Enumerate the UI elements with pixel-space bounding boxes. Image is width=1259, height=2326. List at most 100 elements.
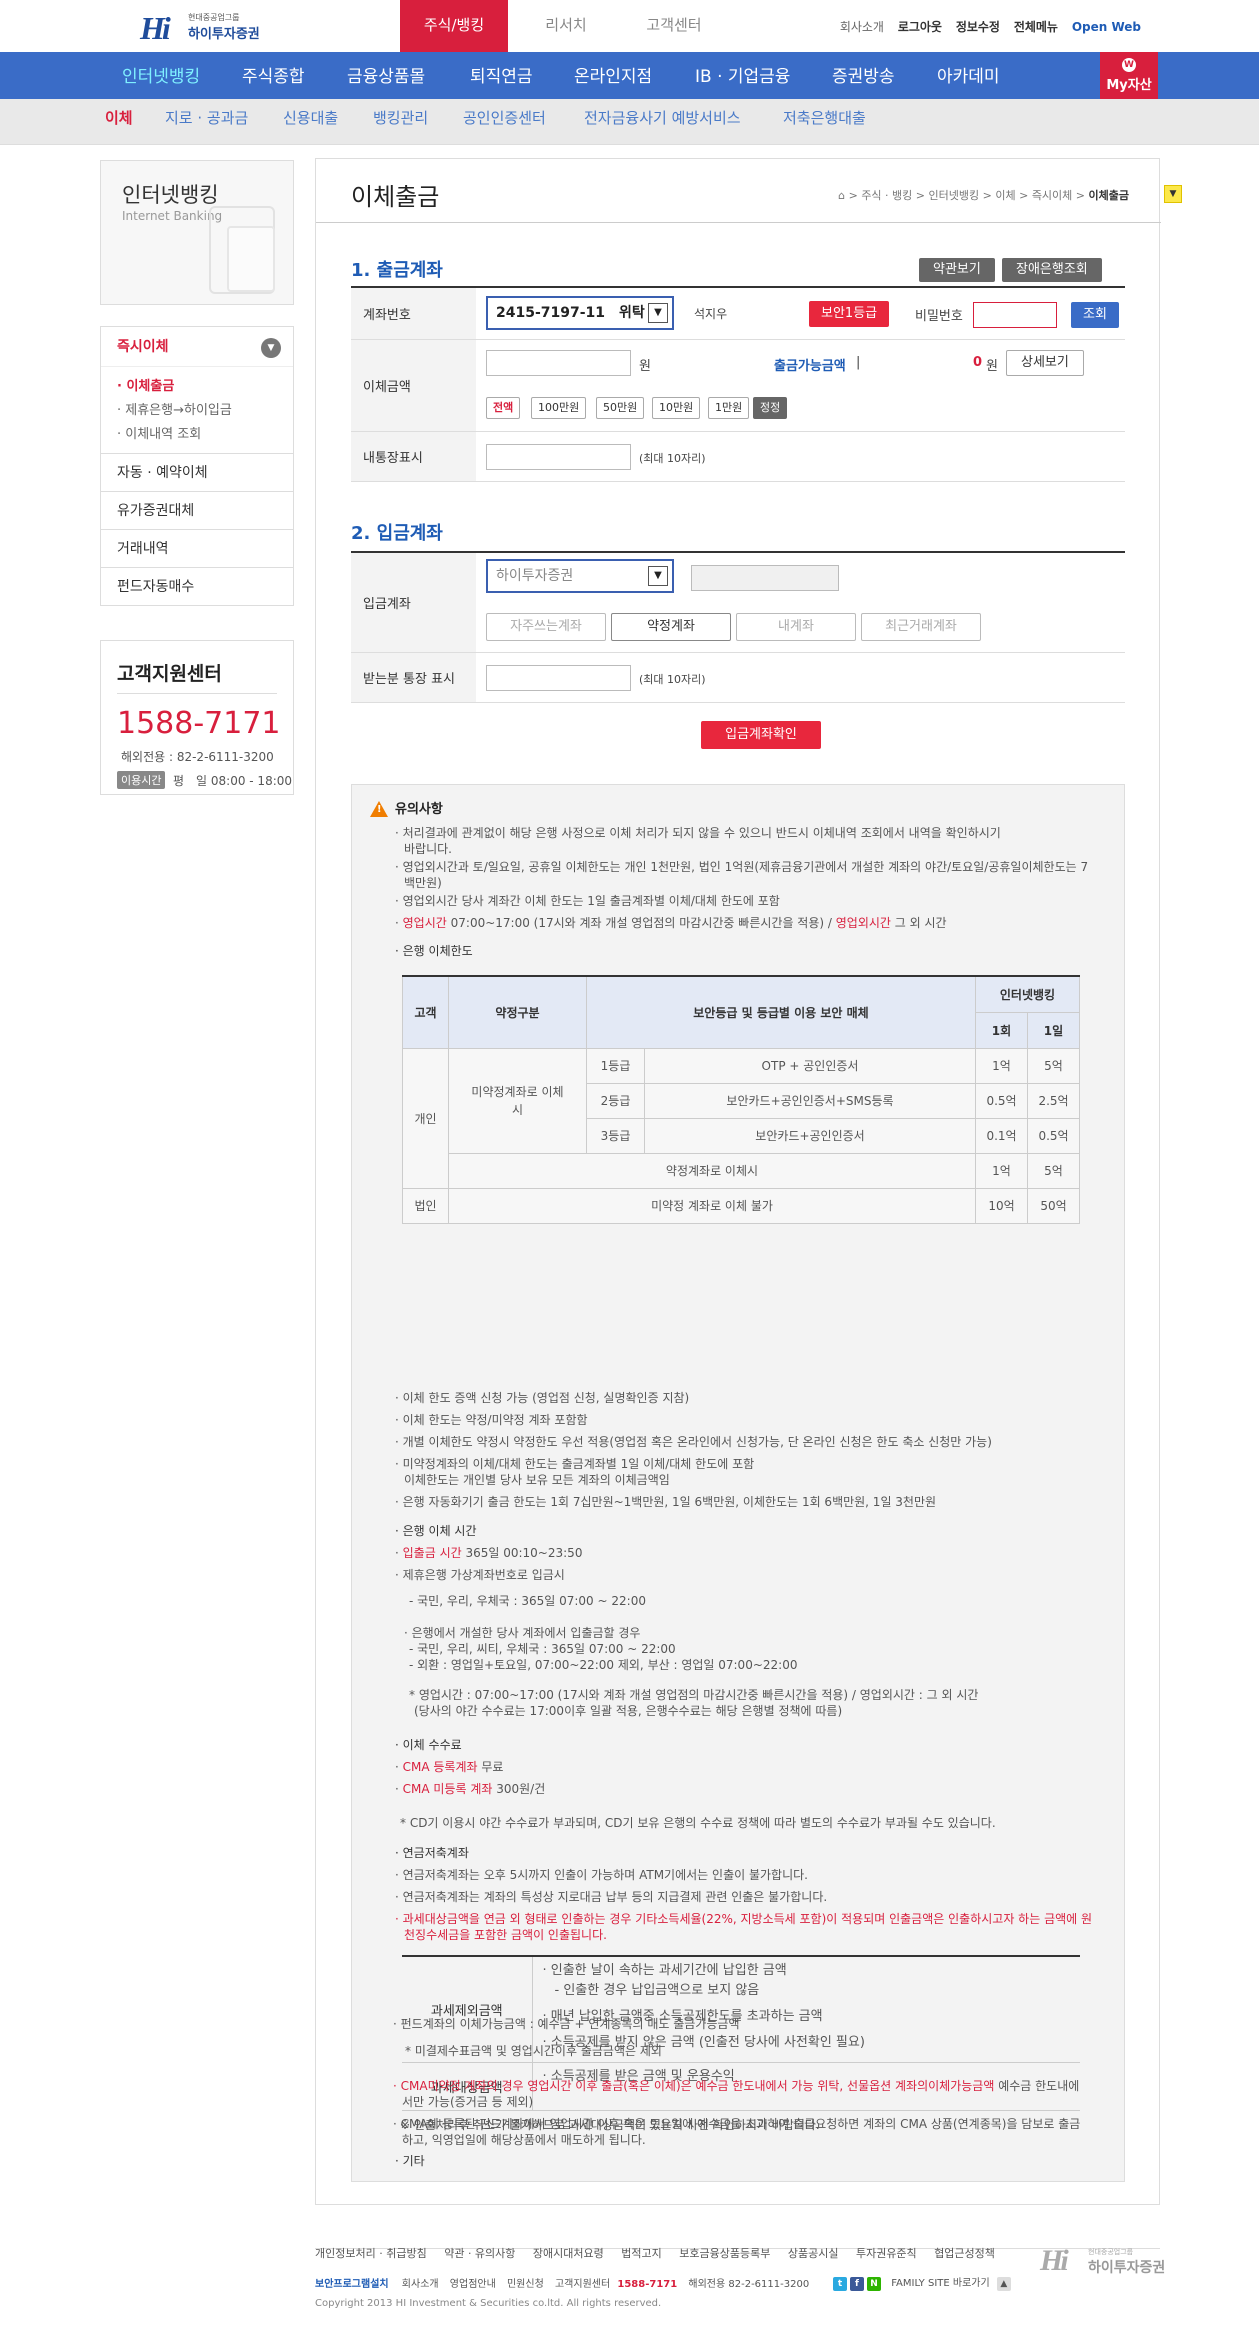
customer-support-box: 고객지원센터 1588-7171 해외전용 : 82-2-6111-3200 이… [100, 640, 294, 795]
footer-link[interactable]: 보호금융상품등록부 [679, 2247, 770, 2260]
amount-input[interactable] [486, 350, 631, 376]
receiver-input[interactable] [486, 665, 631, 691]
breadcrumb-item[interactable]: 인터넷뱅킹 [929, 189, 980, 202]
footer-link[interactable]: 회사소개 [402, 2279, 439, 2290]
lnb-giro[interactable]: 지로 · 공과금 [165, 107, 248, 128]
failure-bank-button[interactable]: 장애은행조회 [1002, 258, 1102, 282]
breadcrumb-item[interactable]: 주식 · 뱅킹 [861, 189, 912, 202]
submenu-withdraw[interactable]: · 이체출금 [117, 375, 293, 399]
amount-reset-button[interactable]: 정정 [753, 397, 788, 419]
lnb-savings-loan[interactable]: 저축은행대출 [783, 107, 866, 128]
available-amount-label: 출금가능금액 [774, 359, 846, 374]
notice-text: * 영업시간 : 07:00~17:00 (17시와 계좌 개설 영업점의 마감… [409, 1688, 979, 1702]
submenu-history[interactable]: · 이체내역 조회 [117, 423, 293, 447]
breadcrumb-item[interactable]: 즉시이체 [1032, 189, 1072, 202]
footer-link[interactable]: 장애시대처요령 [533, 2247, 604, 2260]
family-site-label[interactable]: FAMILY SITE 바로가기 [891, 2278, 990, 2289]
all-menu-link[interactable]: 전체메뉴 [1014, 20, 1058, 34]
gnb-stock[interactable]: 주식종합 [242, 62, 305, 87]
footer-link[interactable]: 민원신청 [507, 2279, 544, 2290]
notice-text: · 개별 이체한도 약정시 약정한도 우선 적용(영업점 혹은 온라인에서 신청… [395, 1435, 992, 1449]
account-select-value: 2415-7197-11 위탁 [496, 305, 645, 321]
bank-select[interactable]: 하이투자증권 ▼ [486, 559, 674, 593]
open-web-link[interactable]: Open Web [1072, 20, 1141, 34]
memo-input[interactable] [486, 444, 631, 470]
left-menu-auto-transfer[interactable]: 자동 · 예약이체 [101, 453, 293, 491]
chevron-up-icon[interactable]: ▲ [996, 2277, 1011, 2291]
home-icon[interactable]: ⌂ [838, 189, 845, 202]
gnb-academy[interactable]: 아카데미 [937, 62, 1000, 87]
left-menu-securities[interactable]: 유가증권대체 [101, 491, 293, 529]
notice-text: - 국민, 우리, 씨티, 우체국 : 365일 07:00 ~ 22:00 [409, 1642, 676, 1656]
facebook-icon[interactable]: f [850, 2277, 864, 2291]
footer-link[interactable]: 약관 · 유의사항 [444, 2247, 515, 2260]
amount-all-button[interactable]: 전액 [486, 397, 521, 419]
naver-icon[interactable]: N [867, 2277, 881, 2291]
lnb-fraud-prevention[interactable]: 전자금융사기 예방서비스 [584, 107, 741, 128]
my-asset-button[interactable]: W My자산 [1100, 52, 1158, 99]
footer-link[interactable]: 법적고지 [621, 2247, 661, 2260]
notice-text: · 펀드계좌의 이체가능금액 : 예수금 + 연계종목의 매도 출금가능금액 [393, 2017, 740, 2031]
notice-text: - 외환 : 영업일+토요일, 07:00~22:00 제외, 부산 : 영업일… [409, 1658, 798, 1672]
footer-overseas: 해외전용 82-2-6111-3200 [688, 2279, 810, 2290]
footer-link[interactable]: 영업점안내 [450, 2279, 496, 2290]
main-content: 이체출금 ⌂ > 주식 · 뱅킹 > 인터넷뱅킹 > 이체 > 즉시이체 > 이… [315, 158, 1161, 2205]
lnb-banking-mgmt[interactable]: 뱅킹관리 [373, 107, 428, 128]
table-cell: 5억 [1027, 1047, 1080, 1084]
company-link[interactable]: 회사소개 [840, 20, 884, 34]
left-menu-fund-auto[interactable]: 펀드자동매수 [101, 567, 293, 605]
amount-100k-button[interactable]: 10만원 [652, 397, 701, 419]
edit-info-link[interactable]: 정보수정 [956, 20, 1000, 34]
footer-link[interactable]: 상품공시실 [788, 2247, 839, 2260]
bank-select-value: 하이투자증권 [496, 568, 574, 584]
logout-link[interactable]: 로그아웃 [898, 20, 942, 34]
recent-account-button[interactable]: 최근거래계좌 [861, 613, 981, 641]
password-input[interactable] [973, 302, 1057, 328]
footer-link[interactable]: 고객지원센터 [555, 2279, 610, 2290]
security-program-link[interactable]: 보안프로그램설치 [315, 2279, 389, 2290]
table-cell: 1등급 [586, 1047, 645, 1084]
logo-subtitle: 현대중공업그룹 [1088, 2248, 1134, 2256]
my-asset-icon: W [1122, 58, 1136, 72]
frequent-account-button[interactable]: 자주쓰는계좌 [486, 613, 606, 641]
gnb-online-branch[interactable]: 온라인지점 [574, 62, 652, 87]
gnb-broadcast[interactable]: 증권방송 [832, 62, 895, 87]
logo[interactable]: Hi 현대중공업그룹 하이투자증권 [140, 6, 280, 46]
footer-link[interactable]: 협업근성정책 [934, 2247, 995, 2260]
contract-account-button[interactable]: 약정계좌 [611, 613, 731, 641]
gnb-ib[interactable]: IB · 기업금융 [695, 62, 790, 87]
lnb-cert-center[interactable]: 공인인증센터 [463, 107, 546, 128]
footer-link[interactable]: 개인정보처리 · 취급방침 [315, 2247, 427, 2260]
left-menu-transactions[interactable]: 거래내역 [101, 529, 293, 567]
amount-500k-button[interactable]: 50만원 [596, 397, 645, 419]
footer-link[interactable]: 투자권유준칙 [856, 2247, 917, 2260]
tab-stock-banking[interactable]: 주식/뱅킹 [400, 0, 508, 52]
gnb-internet-banking[interactable]: 인터넷뱅킹 [122, 62, 200, 87]
chevron-down-icon[interactable]: ▼ [261, 338, 281, 358]
tab-research[interactable]: 리서치 [512, 0, 620, 52]
breadcrumb-item[interactable]: 이체 [995, 189, 1015, 202]
twitter-icon[interactable]: t [833, 2277, 847, 2291]
confirm-deposit-button[interactable]: 입금계좌확인 [701, 721, 821, 749]
gnb-pension[interactable]: 퇴직연금 [470, 62, 533, 87]
notice-text: 바랍니다. [404, 842, 452, 856]
submenu-partner-deposit[interactable]: · 제휴은행→하이입금 [117, 399, 293, 423]
collapse-toggle-icon[interactable]: ▼ [1164, 185, 1182, 203]
terms-button[interactable]: 약관보기 [919, 258, 995, 282]
deposit-account-input[interactable] [691, 565, 839, 591]
lnb-credit-loan[interactable]: 신용대출 [283, 107, 338, 128]
amount-1m-button[interactable]: 100만원 [531, 397, 587, 419]
lnb-transfer[interactable]: 이체 [105, 107, 133, 128]
left-menu-head[interactable]: 즉시이체 ▼ [101, 327, 293, 367]
amount-10k-button[interactable]: 1만원 [708, 397, 750, 419]
table-cell: 0.1억 [975, 1117, 1028, 1154]
detail-button[interactable]: 상세보기 [1006, 350, 1084, 376]
table-header: 1회 [975, 1011, 1028, 1049]
table-row: 약정계좌로 이체시 1억 5억 [403, 1152, 1080, 1189]
inquiry-button[interactable]: 조회 [1071, 302, 1119, 328]
account-select[interactable]: 2415-7197-11 위탁 ▼ [486, 296, 674, 330]
gnb-products[interactable]: 금융상품몰 [347, 62, 425, 87]
my-account-button[interactable]: 내계좌 [736, 613, 856, 641]
tab-customer-center[interactable]: 고객센터 [620, 0, 728, 52]
memo-row: 내통장표시 (최대 10자리) [351, 432, 1125, 482]
